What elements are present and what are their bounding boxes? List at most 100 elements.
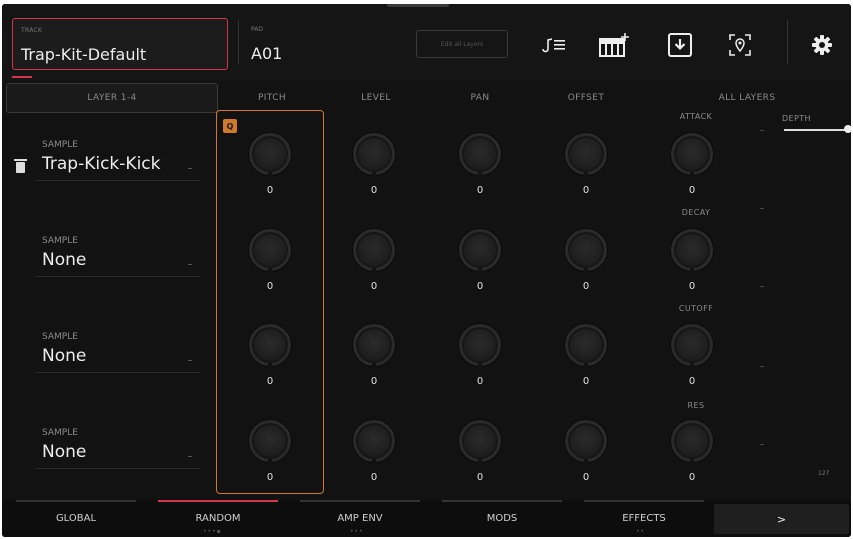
track-caption: TRACK (21, 27, 43, 34)
divider (787, 20, 788, 64)
offset-knob[interactable] (565, 133, 607, 178)
level-value: 0 (370, 376, 378, 387)
page-dots: ••• (350, 528, 364, 535)
sample-row-2[interactable]: SAMPLE None (2, 206, 200, 302)
page-dots: •••▪ (203, 528, 222, 535)
page-dots: •• (636, 528, 646, 535)
marker (760, 130, 764, 131)
keyboard-plus-icon[interactable] (594, 30, 634, 60)
pan-knob[interactable] (459, 229, 501, 274)
sample-row-3[interactable]: SAMPLE None (2, 302, 200, 398)
track-name: Trap-Kit-Default (21, 45, 147, 64)
pitch-value: 0 (266, 376, 274, 387)
res-value: 0 (688, 472, 696, 483)
cutoff-knob[interactable] (671, 324, 713, 369)
dropdown-marker-icon (188, 168, 192, 169)
cutoff-value: 0 (688, 376, 696, 387)
pitch-knob[interactable] (249, 229, 291, 274)
level-value: 0 (370, 472, 378, 483)
offset-value: 0 (582, 281, 590, 292)
cutoff-label: CUTOFF (678, 304, 714, 313)
level-knob[interactable] (353, 133, 395, 178)
edit-all-layers-button[interactable]: Edit all Layers (416, 30, 508, 58)
pitch-value: 0 (266, 281, 274, 292)
dropdown-marker-icon (188, 264, 192, 265)
offset-value: 0 (582, 376, 590, 387)
divider (36, 276, 200, 277)
level-value: 0 (370, 281, 378, 292)
pitch-knob[interactable] (249, 324, 291, 369)
pan-knob[interactable] (459, 133, 501, 178)
offset-knob[interactable] (565, 229, 607, 274)
decay-value: 0 (688, 281, 696, 292)
pan-knob[interactable] (459, 324, 501, 369)
column-header-pan: PAN (470, 93, 490, 103)
dropdown-marker-icon (188, 360, 192, 361)
level-value: 0 (370, 185, 378, 196)
level-knob[interactable] (353, 229, 395, 274)
track-underline (12, 76, 32, 78)
marker (760, 366, 764, 367)
marker (760, 286, 764, 287)
res-knob[interactable] (671, 420, 713, 465)
tab-global[interactable]: GLOBAL (16, 502, 136, 534)
decay-knob[interactable] (671, 229, 713, 274)
offset-knob[interactable] (565, 324, 607, 369)
sample-name[interactable]: None (42, 442, 86, 462)
sample-name[interactable]: None (42, 250, 86, 270)
attack-value: 0 (688, 185, 696, 196)
res-label: RES (687, 401, 705, 410)
decay-label: DECAY (681, 208, 711, 217)
locate-icon[interactable] (720, 30, 760, 60)
column-header-offset: OFFSET (567, 93, 605, 103)
sample-row-4[interactable]: SAMPLE None (2, 398, 200, 494)
offset-knob[interactable] (565, 420, 607, 465)
attack-knob[interactable] (671, 133, 713, 178)
level-knob[interactable] (353, 324, 395, 369)
level-knob[interactable] (353, 420, 395, 465)
tab-mods[interactable]: MODS (442, 502, 562, 534)
download-icon[interactable] (660, 30, 700, 60)
depth-slider-track[interactable] (784, 129, 850, 131)
trash-icon[interactable] (14, 159, 27, 173)
pad-caption: PAD (251, 26, 263, 33)
sample-caption: SAMPLE (42, 140, 78, 150)
column-header-pitch: PITCH (257, 93, 287, 103)
depth-slider-thumb[interactable] (844, 125, 851, 133)
offset-value: 0 (582, 472, 590, 483)
tab-layer-1-4[interactable]: LAYER 1-4 (6, 83, 218, 113)
pan-value: 0 (476, 185, 484, 196)
marker (760, 444, 764, 445)
marker (760, 208, 764, 209)
next-page-button[interactable]: > (714, 504, 849, 534)
sample-row-1[interactable]: SAMPLE Trap-Kick-Kick (2, 110, 200, 206)
sample-caption: SAMPLE (42, 332, 78, 342)
pitch-value: 0 (266, 185, 274, 196)
sample-name[interactable]: None (42, 346, 86, 366)
pitch-knob[interactable] (249, 133, 291, 178)
offset-value: 0 (582, 185, 590, 196)
divider (238, 20, 239, 64)
quantize-badge[interactable]: Q (223, 119, 237, 133)
pan-value: 0 (476, 281, 484, 292)
track-selector[interactable]: TRACK Trap-Kit-Default (12, 18, 228, 70)
depth-value: 127 (818, 470, 830, 477)
dropdown-marker-icon (188, 456, 192, 457)
top-bar: TRACK Trap-Kit-Default PAD A01 Edit all … (2, 4, 851, 80)
note-list-icon[interactable] (534, 30, 574, 60)
divider (36, 468, 200, 469)
depth-label: DEPTH (782, 114, 811, 123)
column-header-all-layers: ALL LAYERS (718, 93, 776, 103)
screen: TRACK Trap-Kit-Default PAD A01 Edit all … (2, 4, 851, 537)
pitch-knob[interactable] (249, 420, 291, 465)
pan-value: 0 (476, 376, 484, 387)
divider (36, 180, 200, 181)
pan-knob[interactable] (459, 420, 501, 465)
sample-name[interactable]: Trap-Kick-Kick (42, 154, 160, 174)
pad-name[interactable]: A01 (251, 44, 282, 63)
sample-caption: SAMPLE (42, 428, 78, 438)
attack-label: ATTACK (679, 112, 713, 121)
pan-value: 0 (476, 472, 484, 483)
settings-gear-icon[interactable] (804, 30, 840, 60)
drag-grip[interactable] (387, 4, 449, 7)
